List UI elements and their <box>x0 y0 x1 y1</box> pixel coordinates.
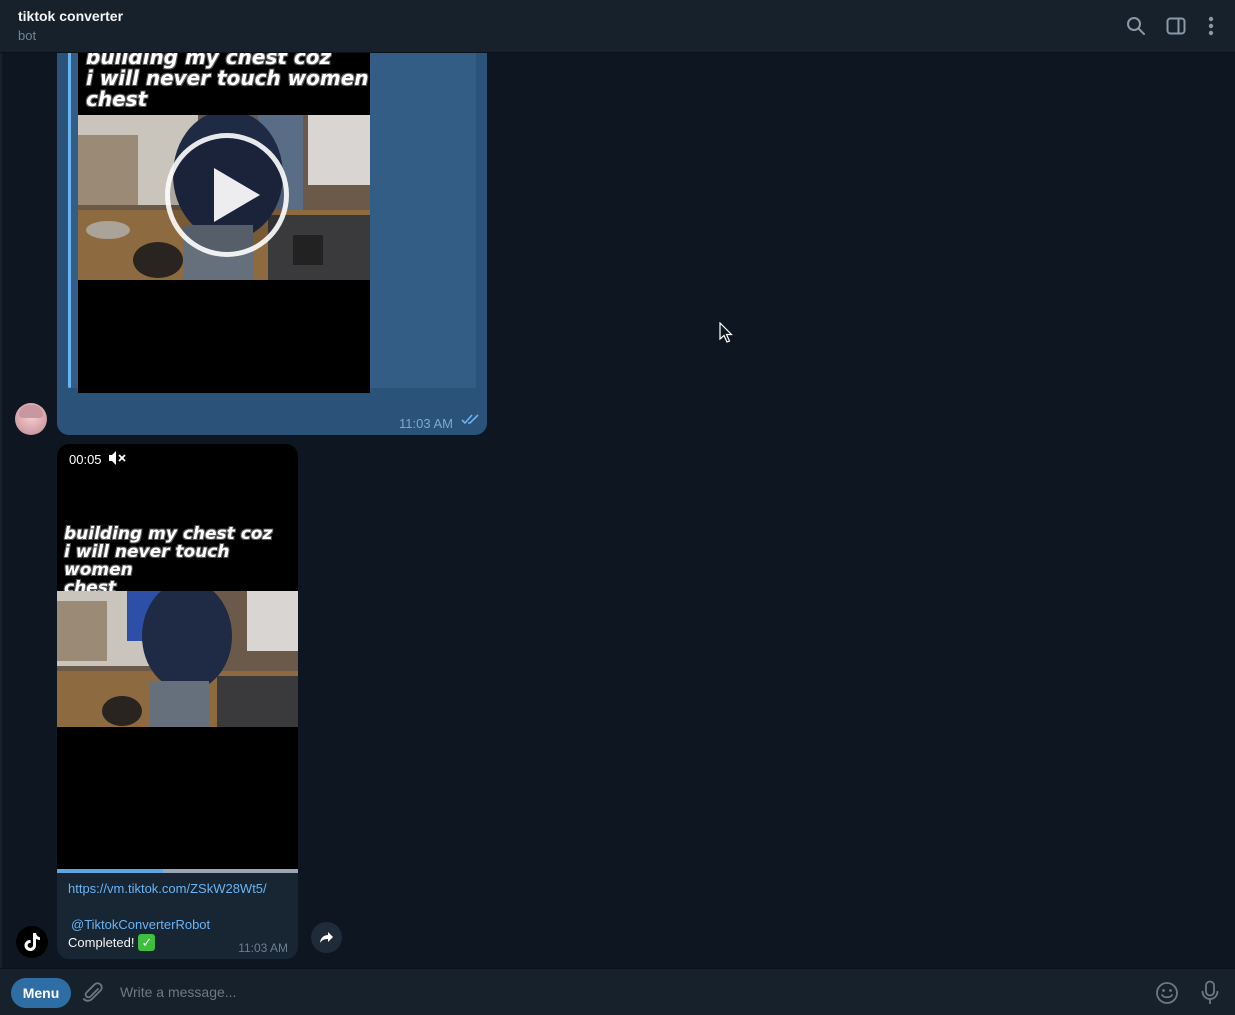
more-vertical-icon[interactable] <box>1199 14 1223 38</box>
video-progress-bar[interactable] <box>57 869 298 873</box>
message-time: 11:03 AM <box>238 941 288 955</box>
message-input[interactable] <box>112 977 1132 1007</box>
microphone-icon[interactable] <box>1200 980 1220 1011</box>
play-button[interactable] <box>165 133 289 257</box>
video-caption: building my chest coz i will never touch… <box>86 53 369 111</box>
message-text: Completed! ✓ <box>68 934 156 951</box>
bot-message-bubble[interactable]: 00:05 building my chest coz i will never… <box>57 444 298 959</box>
video-caption: building my chest coz i will never touch… <box>64 524 273 598</box>
video-frame-image <box>57 591 298 727</box>
search-icon[interactable] <box>1124 14 1148 38</box>
video-thumbnail[interactable]: building my chest coz i will never touch… <box>78 53 370 393</box>
read-checkmarks-icon <box>461 412 479 430</box>
video-player[interactable]: 00:05 building my chest coz i will never… <box>57 444 298 873</box>
message-time: 11:03 AM <box>399 416 453 431</box>
sidebar-toggle-icon[interactable] <box>1164 14 1188 38</box>
tiktok-bot-avatar[interactable] <box>16 926 48 958</box>
bot-mention-link[interactable]: @TiktokConverterRobot <box>71 917 210 932</box>
chat-title[interactable]: tiktok converter <box>18 8 123 24</box>
video-duration: 00:05 <box>69 452 102 467</box>
user-avatar[interactable] <box>15 403 47 435</box>
check-mark-emoji: ✓ <box>138 934 156 951</box>
status-text: Completed! <box>68 935 135 950</box>
chat-header: tiktok converter bot <box>0 0 1235 53</box>
message-composer: Menu <box>0 968 1235 1015</box>
tiktok-link[interactable]: https://vm.tiktok.com/ZSkW28Wt5/ <box>68 881 267 896</box>
paperclip-icon[interactable] <box>82 981 104 1010</box>
muted-speaker-icon[interactable] <box>108 450 126 471</box>
bot-menu-button[interactable]: Menu <box>11 978 71 1008</box>
forward-share-button[interactable] <box>311 922 342 953</box>
forwarded-message-bubble[interactable]: building my chest coz i will never touch… <box>57 53 487 435</box>
emoji-smile-icon[interactable] <box>1155 981 1179 1010</box>
reply-quote-bar <box>68 53 71 388</box>
chat-subtitle: bot <box>18 28 37 43</box>
mouse-cursor-icon <box>719 321 733 349</box>
video-progress-fill <box>57 869 164 873</box>
message-list[interactable]: building my chest coz i will never touch… <box>0 53 1235 968</box>
